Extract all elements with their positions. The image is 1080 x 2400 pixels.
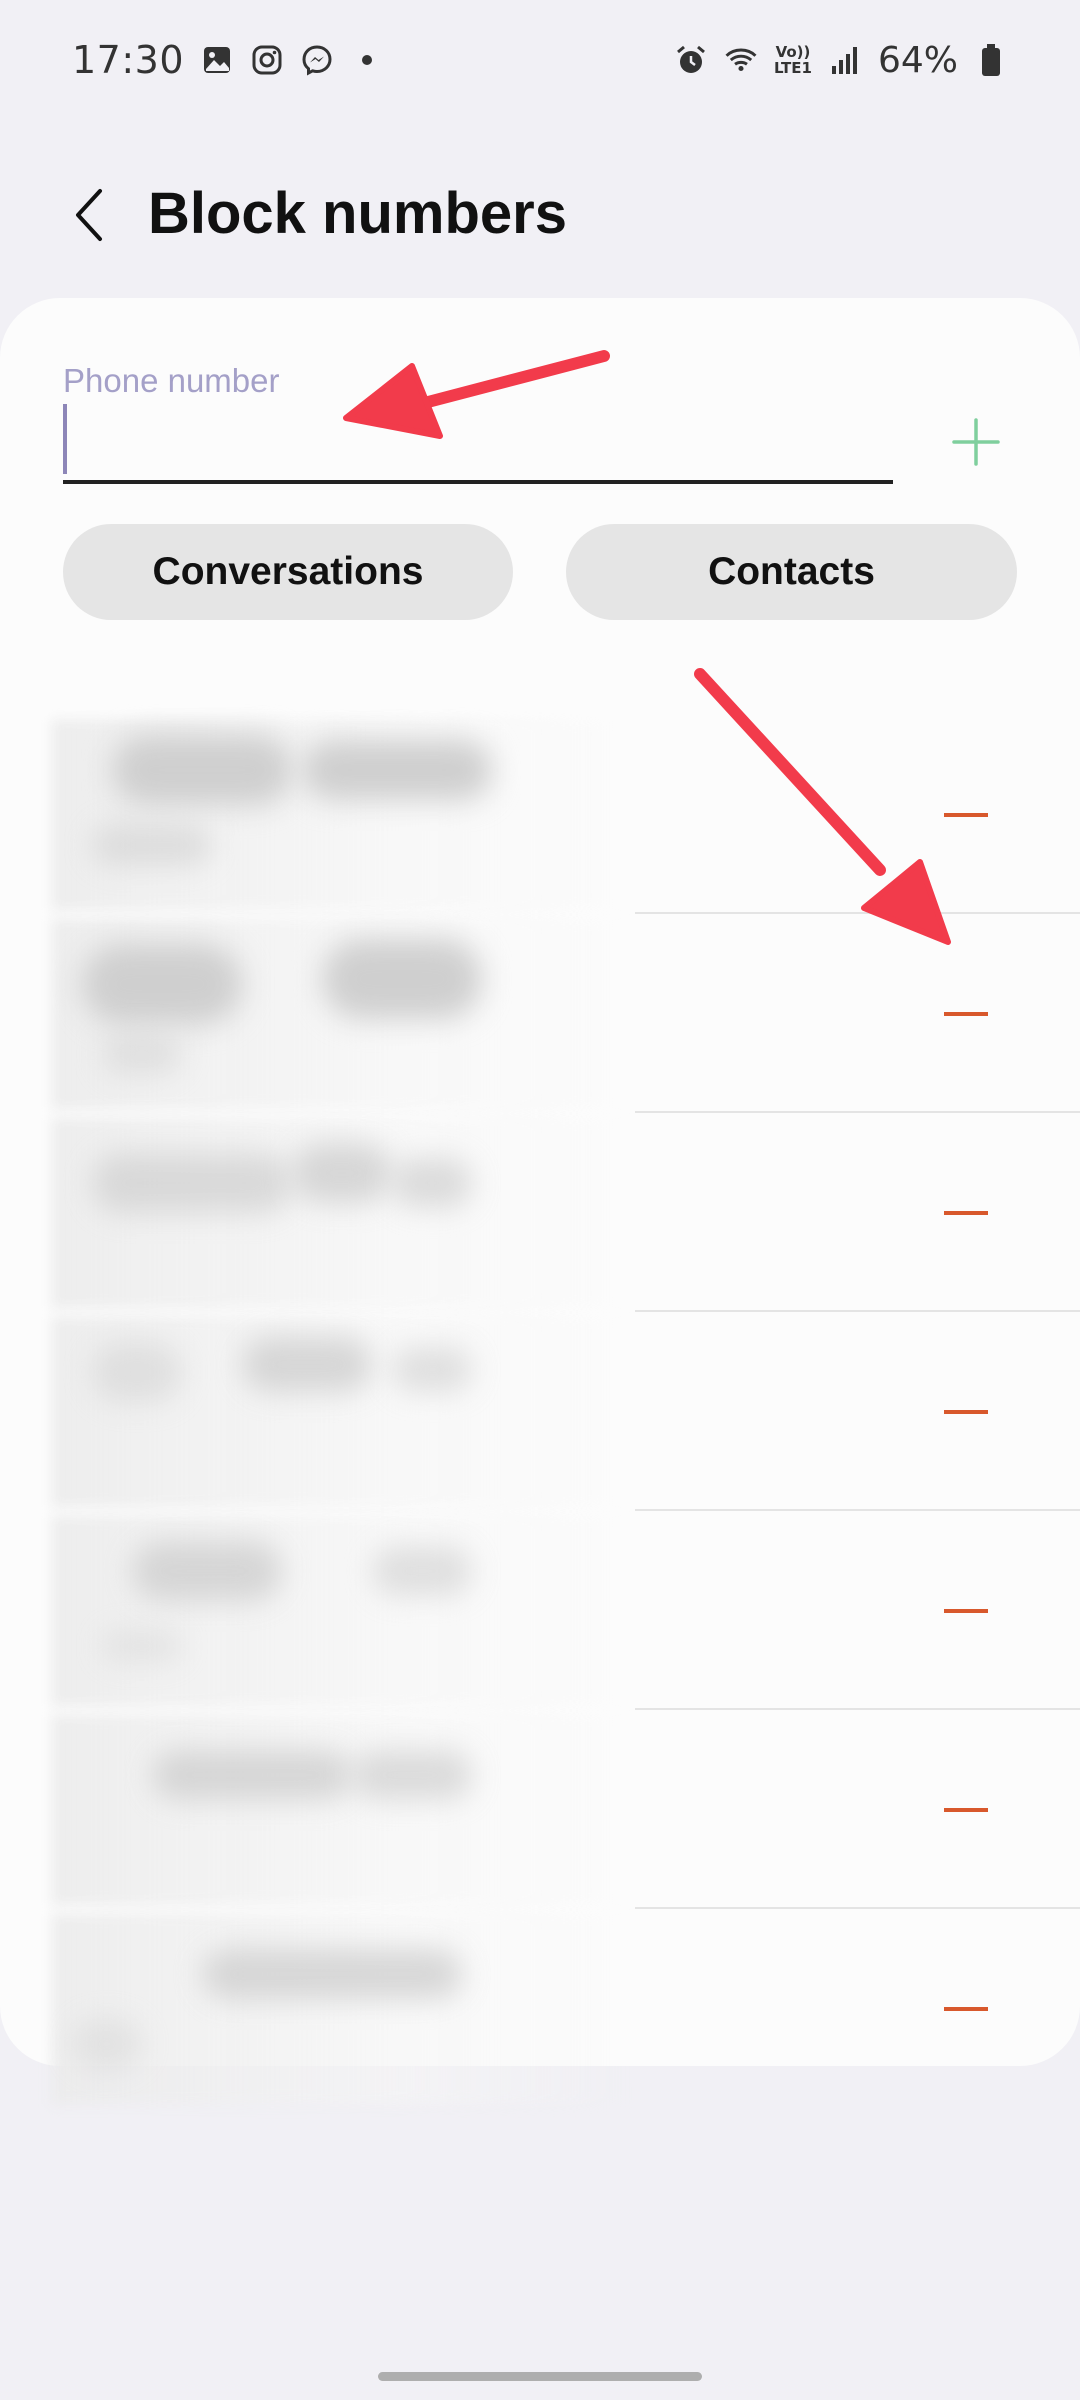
gallery-icon bbox=[200, 43, 234, 77]
remove-number-button[interactable] bbox=[942, 1193, 990, 1233]
contacts-button[interactable]: Contacts bbox=[566, 524, 1017, 620]
instagram-icon bbox=[250, 43, 284, 77]
remove-number-button[interactable] bbox=[942, 1989, 990, 2029]
page-title: Block numbers bbox=[148, 181, 567, 246]
remove-number-button[interactable] bbox=[942, 1790, 990, 1830]
remove-number-button[interactable] bbox=[942, 795, 990, 835]
plus-icon bbox=[952, 418, 1000, 466]
back-chevron-icon bbox=[76, 189, 102, 241]
status-time: 17:30 bbox=[72, 38, 185, 82]
blurred-entry bbox=[52, 1715, 632, 1905]
blurred-entry bbox=[52, 1914, 632, 2104]
phone-number-input[interactable] bbox=[63, 400, 893, 480]
phone-number-label: Phone number bbox=[63, 362, 280, 399]
battery-icon bbox=[974, 43, 1008, 77]
status-bar: 17:30 Vo)) LTE1 64% bbox=[0, 0, 1080, 120]
status-bar-left: 17:30 bbox=[72, 38, 373, 82]
text-caret bbox=[63, 404, 67, 474]
battery-percent: 64% bbox=[877, 39, 958, 81]
add-number-button[interactable] bbox=[948, 414, 1004, 470]
minus-icon bbox=[944, 2006, 988, 2011]
app-header: Block numbers bbox=[0, 150, 1080, 280]
minus-icon bbox=[944, 1608, 988, 1613]
minus-icon bbox=[944, 812, 988, 817]
blocked-number-row bbox=[52, 1909, 1027, 2108]
blocked-number-row bbox=[52, 914, 1080, 1113]
signal-icon bbox=[828, 43, 862, 77]
minus-icon bbox=[944, 1807, 988, 1812]
blocked-number-row bbox=[52, 1312, 1080, 1511]
back-button[interactable] bbox=[55, 180, 125, 250]
status-bar-right: Vo)) LTE1 64% bbox=[674, 40, 1008, 81]
blocked-number-row bbox=[52, 715, 1080, 914]
volte-icon: Vo)) LTE1 bbox=[774, 44, 812, 76]
conversations-button[interactable]: Conversations bbox=[63, 524, 513, 620]
volte-bottom-text: LTE1 bbox=[773, 59, 812, 77]
minus-icon bbox=[944, 1011, 988, 1016]
remove-number-button[interactable] bbox=[942, 1591, 990, 1631]
block-numbers-screen: 17:30 Vo)) LTE1 64% Block numbers Phone … bbox=[0, 0, 1080, 2400]
phone-input-underline bbox=[63, 480, 893, 484]
blocked-numbers-list bbox=[52, 715, 1080, 2108]
blocked-number-row bbox=[52, 1113, 1080, 1312]
wifi-icon bbox=[724, 43, 758, 77]
blocked-number-row bbox=[52, 1710, 1080, 1909]
phone-number-field bbox=[63, 400, 893, 484]
remove-number-button[interactable] bbox=[942, 994, 990, 1034]
minus-icon bbox=[944, 1409, 988, 1414]
notification-dot bbox=[362, 55, 373, 65]
blocked-number-row bbox=[52, 1511, 1080, 1710]
home-indicator[interactable] bbox=[378, 2372, 702, 2381]
alarm-icon bbox=[674, 43, 708, 77]
remove-number-button[interactable] bbox=[942, 1392, 990, 1432]
blurred-entry bbox=[52, 1516, 632, 1706]
messenger-icon bbox=[300, 43, 334, 77]
minus-icon bbox=[944, 1210, 988, 1215]
volte-top-text: Vo)) bbox=[775, 43, 811, 61]
